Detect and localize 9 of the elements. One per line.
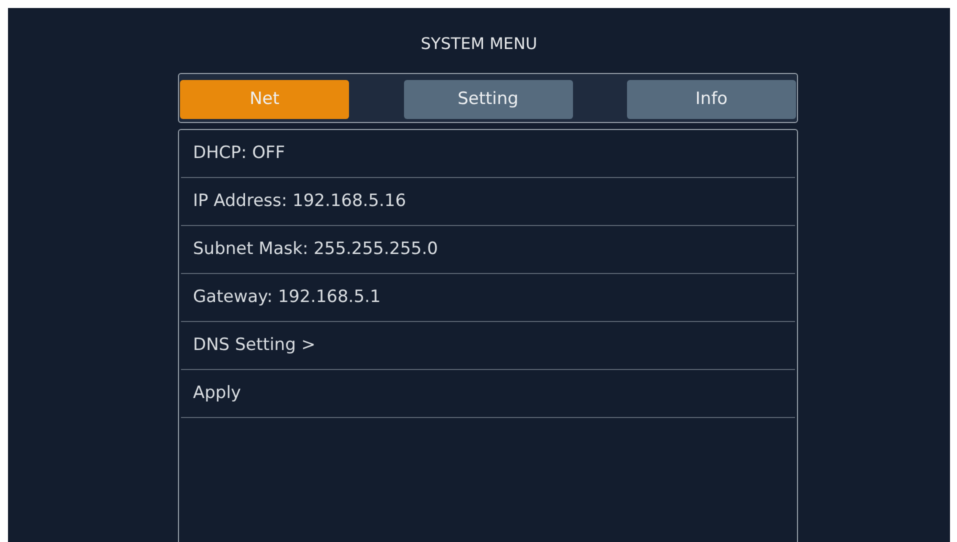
menu-item[interactable]: Gateway: 192.168.5.1 <box>181 274 795 322</box>
menu-item[interactable]: Apply <box>181 370 795 418</box>
menu-title: SYSTEM MENU <box>420 33 538 55</box>
menu-item[interactable]: DHCP: OFF <box>181 130 795 178</box>
tab[interactable]: Setting <box>404 80 572 119</box>
tab[interactable]: Info <box>627 80 796 119</box>
menu-item[interactable]: DNS Setting > <box>181 322 795 370</box>
menu-item[interactable]: IP Address: 192.168.5.16 <box>181 178 795 226</box>
menu-item[interactable]: Subnet Mask: 255.255.255.0 <box>181 226 795 274</box>
